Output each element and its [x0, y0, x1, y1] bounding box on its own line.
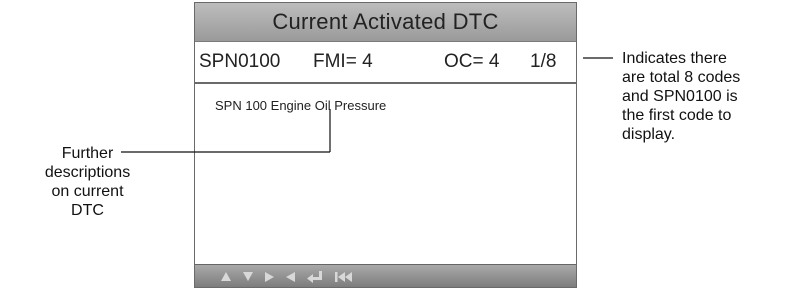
- dtc-code-row: SPN0100 FMI= 4 OC= 4 1/8: [195, 42, 576, 84]
- code-position: 1/8: [530, 51, 557, 72]
- screen-title: Current Activated DTC: [195, 3, 576, 42]
- annotation-line: display.: [622, 126, 676, 143]
- down-arrow-icon[interactable]: [243, 272, 253, 281]
- annotation-description: Further descriptions on current DTC: [0, 144, 175, 220]
- enter-icon[interactable]: [307, 271, 322, 283]
- annotation-line: Indicates there: [622, 50, 727, 67]
- left-arrow-icon[interactable]: [286, 272, 295, 282]
- dtc-screen: Current Activated DTC SPN0100 FMI= 4 OC=…: [194, 2, 577, 288]
- annotation-line: on current: [51, 183, 124, 200]
- annotation-line: Further: [61, 145, 114, 162]
- up-arrow-icon[interactable]: [221, 272, 231, 281]
- annotation-line: and SPN0100 is: [622, 88, 738, 105]
- annotation-line: descriptions: [44, 164, 131, 181]
- annotation-code-count: Indicates there are total 8 codes and SP…: [622, 49, 786, 144]
- first-page-icon[interactable]: [335, 272, 352, 282]
- navigation-bar: [195, 264, 576, 287]
- right-arrow-icon[interactable]: [265, 272, 274, 282]
- dtc-code: SPN0100: [199, 51, 281, 72]
- oc-value: OC= 4: [444, 51, 500, 72]
- dtc-description: SPN 100 Engine Oil Pressure: [215, 98, 387, 113]
- annotation-line: DTC: [71, 202, 104, 219]
- fmi-value: FMI= 4: [313, 51, 373, 72]
- annotation-line: are total 8 codes: [622, 69, 741, 86]
- annotation-line: the first code to: [622, 107, 732, 124]
